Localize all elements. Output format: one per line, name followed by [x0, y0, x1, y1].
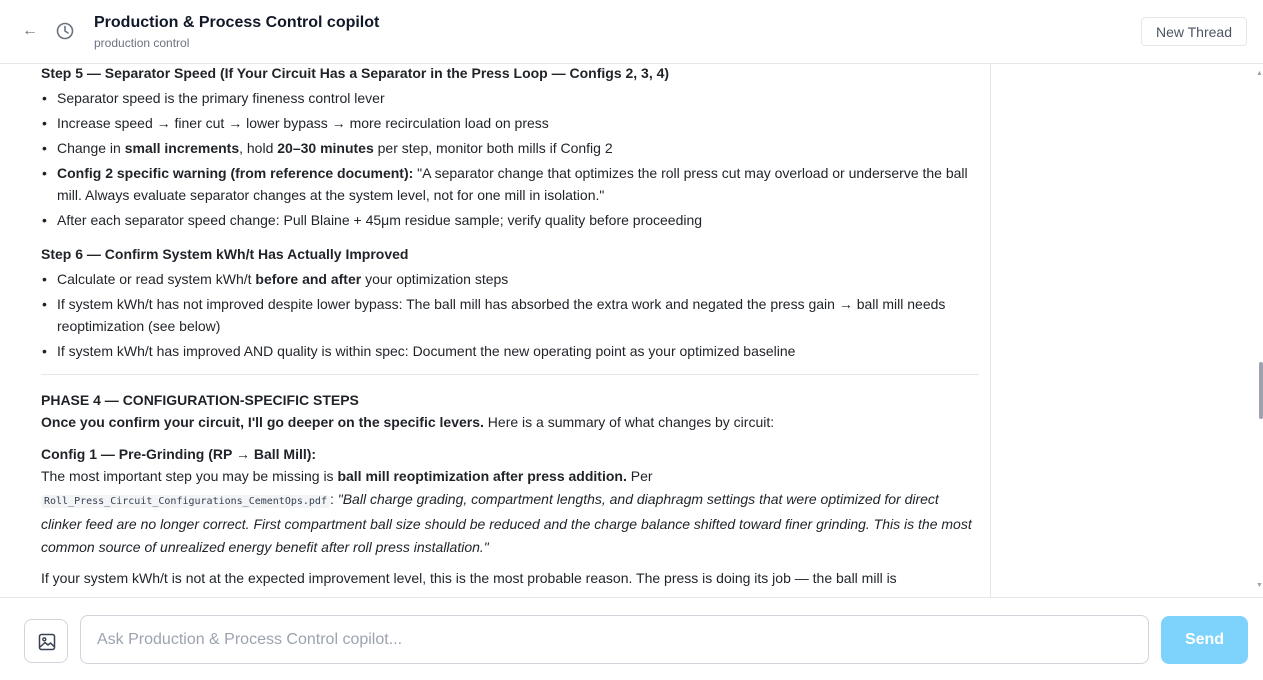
list-item-text: Separator speed is the primary fineness … — [57, 89, 385, 106]
list-item-text: If system kWh/t has not improved despite… — [57, 295, 946, 335]
list-item: If system kWh/t has not improved despite… — [41, 293, 979, 338]
scroll-up-icon[interactable]: ▲ — [1256, 70, 1263, 77]
list-item-text: Calculate or read system kWh/t — [57, 270, 256, 287]
bold-text: 20–30 minutes — [277, 139, 374, 156]
list-item-text: If system kWh/t has improved AND quality… — [57, 343, 796, 359]
list-item-text: Change in — [57, 139, 125, 156]
paragraph-text: : — [329, 490, 338, 507]
phase4-intro: Once you confirm your circuit, I'll go d… — [41, 411, 979, 434]
back-arrow-icon[interactable]: ← — [22, 21, 40, 41]
page-subtitle: production control — [94, 36, 190, 50]
list-item: Config 2 specific warning (from referenc… — [41, 162, 979, 207]
bold-text: Config 2 specific warning (from referenc… — [57, 164, 414, 181]
paragraph-text: Per — [626, 468, 653, 484]
composer-bar: Send — [0, 597, 1263, 680]
file-reference-code: Roll_Press_Circuit_Configurations_Cement… — [41, 494, 330, 508]
bold-text: small increments — [124, 139, 240, 156]
scroll-down-icon[interactable]: ▼ — [1256, 582, 1263, 589]
list-item-text: your optimization steps — [361, 270, 509, 287]
bold-text: before and after — [255, 270, 362, 287]
assistant-message-card: Step 5 — Separator Speed (If Your Circui… — [24, 64, 991, 597]
new-thread-button[interactable]: New Thread — [1141, 17, 1247, 46]
list-item-text: per step, monitor both mills if Config 2 — [373, 139, 613, 156]
list-item: Change in small increments, hold 20–30 m… — [41, 137, 979, 160]
config1-paragraph: The most important step you may be missi… — [41, 465, 979, 558]
step5-list: Separator speed is the primary fineness … — [41, 87, 979, 232]
bold-text: ball mill reoptimization after press add… — [337, 468, 627, 484]
paragraph-text: The most important step you may be missi… — [41, 468, 338, 484]
send-button[interactable]: Send — [1161, 616, 1248, 664]
image-icon — [38, 633, 56, 651]
step6-list: Calculate or read system kWh/t before an… — [41, 268, 979, 363]
config1-heading: Config 1 — Pre-Grinding (RP → Ball Mill)… — [41, 445, 317, 462]
closing-paragraph: If your system kWh/t is not at the expec… — [41, 570, 897, 586]
list-item-text: After each separator speed change: Pull … — [57, 212, 703, 228]
list-item: Separator speed is the primary fineness … — [41, 87, 979, 110]
list-item-text: Increase speed → finer cut → lower bypas… — [57, 114, 549, 131]
phase4-heading: PHASE 4 — CONFIGURATION-SPECIFIC STEPS — [41, 391, 359, 408]
section-divider — [41, 373, 979, 375]
assistant-message-body: Step 5 — Separator Speed (If Your Circui… — [41, 64, 979, 590]
history-clock-icon[interactable] — [55, 21, 75, 41]
paragraph-text: Here is a summary of what changes by cir… — [483, 414, 775, 430]
scrollbar[interactable]: ▲ ▼ — [1255, 64, 1263, 597]
list-item: If system kWh/t has improved AND quality… — [41, 340, 979, 363]
step6-heading: Step 6 — Confirm System kWh/t Has Actual… — [41, 246, 409, 262]
header-bar: ← Production & Process Control copilot p… — [0, 0, 1263, 64]
list-item: After each separator speed change: Pull … — [41, 209, 979, 232]
attach-image-button[interactable] — [24, 619, 68, 663]
chat-input[interactable] — [80, 615, 1149, 664]
page-title: Production & Process Control copilot — [94, 14, 380, 31]
step5-heading: Step 5 — Separator Speed (If Your Circui… — [41, 65, 670, 81]
list-item: Calculate or read system kWh/t before an… — [41, 268, 979, 291]
message-scroll-area[interactable]: Step 5 — Separator Speed (If Your Circui… — [0, 64, 1263, 597]
bold-text: Once you confirm your circuit, I'll go d… — [41, 414, 484, 430]
scrollbar-thumb[interactable] — [1259, 362, 1263, 419]
list-item: Increase speed → finer cut → lower bypas… — [41, 112, 979, 135]
list-item-text: , hold — [239, 139, 278, 156]
